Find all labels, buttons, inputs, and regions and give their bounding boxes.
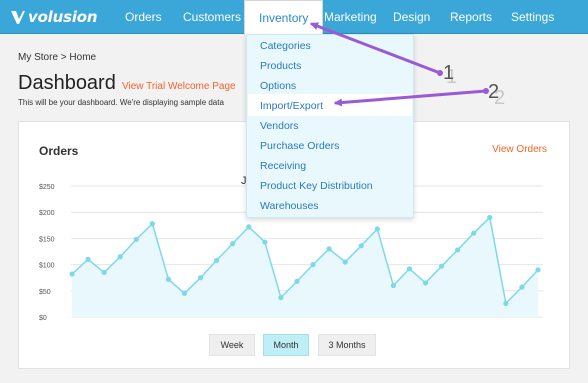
annotation-arrow-2 <box>334 89 488 107</box>
annotation-layer <box>310 22 489 107</box>
annotation-arrow-1 <box>310 22 442 75</box>
annotation-number-2: 2 <box>488 81 500 103</box>
annotation-number-1: 1 <box>443 62 455 84</box>
